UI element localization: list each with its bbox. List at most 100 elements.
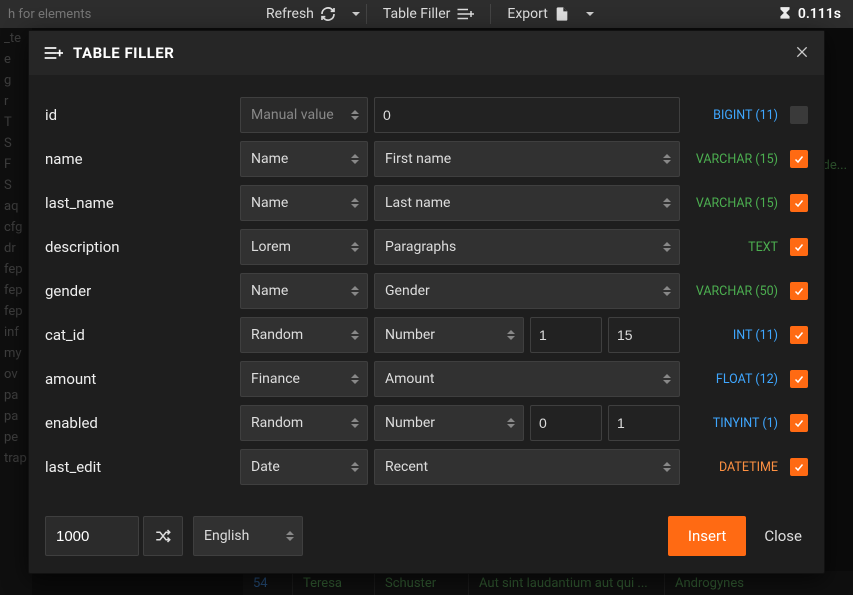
field-mode-select-label: Name	[251, 195, 288, 211]
field-enable-checkbox[interactable]	[790, 194, 808, 212]
chevron-updown-icon	[351, 418, 359, 428]
table-filler-button[interactable]: Table Filler	[373, 1, 484, 27]
field-value-select-label: Number	[385, 415, 435, 431]
field-value-select[interactable]: Amount	[374, 361, 680, 397]
field-mode-select-label: Finance	[251, 371, 300, 387]
field-name: gender	[45, 282, 240, 300]
insert-button[interactable]: Insert	[668, 516, 746, 556]
chevron-updown-icon	[351, 242, 359, 252]
field-value-select-label: Last name	[385, 195, 450, 211]
chevron-updown-icon	[663, 198, 671, 208]
range-max-input[interactable]	[608, 317, 680, 353]
field-mode-select-label: Date	[251, 459, 280, 475]
field-enable-checkbox[interactable]	[790, 282, 808, 300]
field-value-select[interactable]: Number	[374, 405, 524, 441]
field-value-select[interactable]: Last name	[374, 185, 680, 221]
close-button-label: Close	[764, 527, 802, 545]
chevron-updown-icon	[663, 462, 671, 472]
field-type: TINYINT (1)	[686, 416, 778, 431]
field-row: amount Finance Amount FLOAT (12)	[45, 357, 808, 401]
table-filler-modal: TABLE FILLER id Manual value BIGINT (11)…	[28, 30, 825, 574]
field-enable-checkbox[interactable]	[790, 238, 808, 256]
language-select[interactable]: English	[193, 516, 303, 556]
field-mode-select-label: Random	[251, 327, 303, 343]
chevron-updown-icon	[507, 330, 515, 340]
toolbar-divider	[490, 4, 491, 24]
table-filler-label: Table Filler	[383, 6, 450, 22]
refresh-label: Refresh	[266, 6, 314, 22]
field-value-select[interactable]: First name	[374, 141, 680, 177]
field-row: last_edit Date Recent DATETIME	[45, 445, 808, 489]
search-input-hint: h for elements	[8, 7, 91, 22]
field-enable-checkbox[interactable]	[790, 326, 808, 344]
hourglass-icon	[778, 6, 792, 22]
modal-header: TABLE FILLER	[29, 31, 824, 75]
chevron-updown-icon	[351, 374, 359, 384]
field-row: last_name Name Last name VARCHAR (15)	[45, 181, 808, 225]
field-mode-select-label: Name	[251, 151, 288, 167]
field-type: TEXT	[686, 240, 778, 255]
range-min-input[interactable]	[530, 405, 602, 441]
field-value-select[interactable]: Gender	[374, 273, 680, 309]
field-mode-select[interactable]: Finance	[240, 361, 368, 397]
language-select-value: English	[204, 528, 249, 544]
timer-display: 0.111s	[778, 6, 841, 22]
table-filler-icon	[43, 45, 63, 61]
field-value-select[interactable]: Paragraphs	[374, 229, 680, 265]
field-name: amount	[45, 370, 240, 388]
field-type: VARCHAR (15)	[686, 196, 778, 211]
close-button[interactable]: Close	[764, 527, 802, 545]
range-min-input[interactable]	[530, 317, 602, 353]
refresh-dropdown-caret[interactable]	[352, 12, 360, 16]
refresh-button[interactable]: Refresh	[256, 1, 346, 27]
field-mode-select[interactable]: Random	[240, 317, 368, 353]
field-row: name Name First name VARCHAR (15)	[45, 137, 808, 181]
field-value-select-label: First name	[385, 151, 451, 167]
field-enable-checkbox[interactable]	[790, 370, 808, 388]
chevron-updown-icon	[351, 154, 359, 164]
field-mode-select-label: Lorem	[251, 239, 291, 255]
field-enable-checkbox[interactable]	[790, 150, 808, 168]
row-count-input[interactable]	[45, 516, 139, 556]
field-mode-select[interactable]: Name	[240, 141, 368, 177]
shuffle-button[interactable]	[143, 516, 183, 556]
field-value-select-label: Paragraphs	[385, 239, 456, 255]
field-row: enabled Random Number TINYINT (1)	[45, 401, 808, 445]
field-type: INT (11)	[686, 328, 778, 343]
field-type: BIGINT (11)	[686, 108, 778, 123]
table-filler-icon	[456, 7, 474, 21]
field-mode-select[interactable]: Date	[240, 449, 368, 485]
timer-value: 0.111s	[798, 6, 841, 22]
field-name: description	[45, 238, 240, 256]
field-name: enabled	[45, 414, 240, 432]
export-dropdown-caret[interactable]	[586, 12, 594, 16]
field-type: FLOAT (12)	[686, 372, 778, 387]
field-type: VARCHAR (15)	[686, 152, 778, 167]
field-value-select[interactable]: Recent	[374, 449, 680, 485]
export-button[interactable]: Export	[497, 1, 579, 27]
field-value-select-label: Number	[385, 327, 435, 343]
range-max-input[interactable]	[608, 405, 680, 441]
field-value-select-label: Gender	[385, 283, 430, 299]
field-enable-checkbox[interactable]	[790, 414, 808, 432]
field-row: cat_id Random Number INT (11)	[45, 313, 808, 357]
field-mode-select[interactable]: Manual value	[240, 97, 368, 133]
field-enable-checkbox[interactable]	[790, 106, 808, 124]
field-row: id Manual value BIGINT (11)	[45, 93, 808, 137]
chevron-updown-icon	[663, 286, 671, 296]
field-mode-select[interactable]: Lorem	[240, 229, 368, 265]
field-value-input[interactable]	[374, 97, 680, 133]
field-enable-checkbox[interactable]	[790, 458, 808, 476]
field-mode-select-label: Manual value	[251, 107, 334, 123]
modal-close-icon[interactable]	[794, 43, 810, 63]
field-mode-select[interactable]: Name	[240, 273, 368, 309]
chevron-updown-icon	[663, 374, 671, 384]
insert-button-label: Insert	[688, 527, 726, 545]
toolbar-divider	[366, 4, 367, 24]
shuffle-icon	[154, 527, 172, 545]
field-mode-select[interactable]: Random	[240, 405, 368, 441]
field-mode-select-label: Random	[251, 415, 303, 431]
chevron-updown-icon	[351, 286, 359, 296]
field-mode-select[interactable]: Name	[240, 185, 368, 221]
field-value-select[interactable]: Number	[374, 317, 524, 353]
